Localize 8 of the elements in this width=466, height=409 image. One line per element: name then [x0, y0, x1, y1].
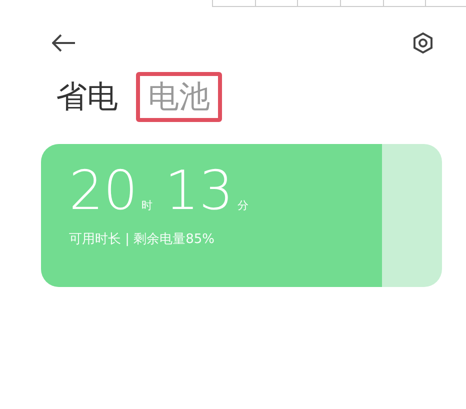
battery-caption: 可用时长 | 剩余电量85% [69, 231, 216, 248]
minutes-unit: 分 [237, 198, 248, 214]
hours-unit: 时 [142, 198, 153, 214]
hours-value: 20 [69, 164, 138, 218]
back-arrow-icon[interactable] [52, 34, 76, 52]
settings-icon[interactable] [412, 32, 434, 54]
tab[interactable]: 省电 [52, 72, 130, 122]
minutes-value: 13 [164, 164, 234, 218]
